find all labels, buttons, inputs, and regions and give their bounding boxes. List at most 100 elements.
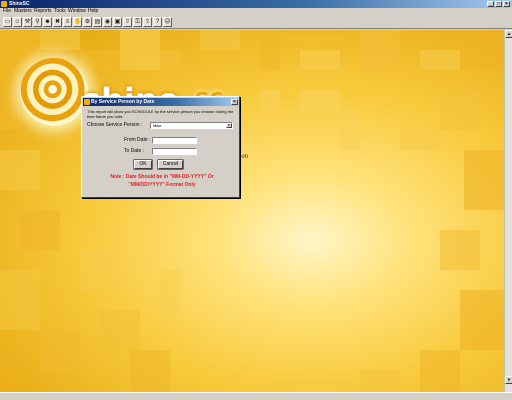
ok-button[interactable]: OK [134, 160, 152, 169]
person-toolbar-button[interactable]: ☺ [13, 17, 22, 27]
handshake-toolbar-button[interactable]: ✋ [73, 17, 82, 27]
minimize-button[interactable]: _ [487, 1, 494, 7]
menu-reports[interactable]: Reports [34, 8, 52, 15]
brand-suffix-text: ion [240, 154, 249, 160]
background-tile [0, 150, 40, 190]
background-tile [120, 30, 160, 70]
menu-tools[interactable]: Tools [54, 8, 66, 15]
background-tile [160, 270, 180, 310]
pin-icon: ⚲ [35, 19, 40, 25]
background-tile [100, 310, 140, 350]
menu-bar: File Masters Reports Tools Window Help [0, 8, 512, 15]
dialog-titlebar: By Service Person by Date × [83, 98, 238, 106]
pin-toolbar-button[interactable]: ⚲ [33, 17, 42, 27]
menu-window[interactable]: Window [68, 8, 86, 15]
settings-toolbar-button[interactable]: ⚙ [83, 17, 92, 27]
group-icon: ☻ [44, 19, 51, 25]
delete-toolbar-button[interactable]: ✖ [53, 17, 62, 27]
person-icon: ☺ [14, 19, 21, 25]
export-icon: ⇪ [144, 19, 151, 25]
dialog-app-icon [84, 99, 90, 105]
open-icon: ▭ [4, 19, 11, 25]
help-icon: ? [155, 19, 160, 25]
tools-icon: ⚒ [24, 19, 31, 25]
cancel-button[interactable]: Cancel [158, 160, 183, 169]
date-format-note-line1: Note : Date Should be in "MM-DD-YYYY" Or [110, 174, 214, 180]
chevron-down-icon[interactable]: ▼ [226, 123, 232, 128]
globe-icon: ◉ [104, 19, 111, 25]
service-person-value: Mike [153, 123, 162, 128]
globe-toolbar-button[interactable]: ◉ [103, 17, 112, 27]
app-titlebar: ShineSC _ □ × [0, 0, 512, 8]
background-tile [260, 90, 280, 110]
lock-icon: ▣ [114, 19, 121, 25]
list-icon: ≡ [65, 19, 70, 25]
menu-help[interactable]: Help [88, 8, 98, 15]
background-tile [40, 330, 80, 370]
service-person-dialog: By Service Person by Date × This report … [81, 96, 240, 198]
background-tile [80, 50, 120, 70]
from-date-input[interactable] [152, 137, 197, 144]
to-date-input[interactable] [152, 148, 197, 155]
user-icon: ☹ [164, 19, 171, 25]
close-button[interactable]: × [503, 1, 510, 7]
background-tile [40, 30, 80, 50]
background-tile [260, 30, 280, 70]
background-tile [200, 30, 240, 50]
background-tile [130, 350, 170, 392]
date-format-note-line2: "MM/DD/YYYY" Format Only [128, 182, 196, 188]
list-toolbar-button[interactable]: ≡ [63, 17, 72, 27]
background-tile [420, 50, 460, 70]
background-tile [360, 370, 400, 392]
menu-masters[interactable]: Masters [14, 8, 32, 15]
scroll-down-button[interactable]: ▼ [505, 376, 512, 384]
background-tile [440, 230, 480, 270]
upload-toolbar-button[interactable]: ⇧ [123, 17, 132, 27]
app-title: ShineSC [9, 1, 30, 7]
upload-icon: ⇧ [124, 19, 131, 25]
vertical-scrollbar[interactable]: ▲ ▼ [504, 30, 512, 392]
app-icon [1, 1, 7, 7]
status-bar [0, 392, 512, 400]
delete-icon: ✖ [54, 19, 61, 25]
menu-file[interactable]: File [3, 8, 11, 15]
maximize-button[interactable]: □ [495, 1, 502, 7]
scroll-up-button[interactable]: ▲ [505, 30, 512, 38]
background-tile [160, 50, 180, 70]
background-tile [80, 250, 120, 290]
background-tile [300, 90, 340, 110]
background-tile [340, 110, 360, 150]
service-person-select[interactable]: Mike ▼ [150, 122, 233, 129]
tools-toolbar-button[interactable]: ⚒ [23, 17, 32, 27]
background-tile [460, 290, 504, 350]
handshake-icon: ✋ [74, 19, 82, 25]
background-tile [0, 270, 40, 330]
background-tile [20, 210, 60, 250]
lock-toolbar-button[interactable]: ▣ [113, 17, 122, 27]
user-toolbar-button[interactable]: ☹ [163, 17, 172, 27]
swirl-logo [20, 58, 88, 126]
document-icon: ▤ [94, 19, 101, 25]
key-toolbar-button[interactable]: ⚿ [133, 17, 142, 27]
background-tile [0, 350, 20, 392]
key-icon: ⚿ [135, 19, 140, 25]
export-toolbar-button[interactable]: ⇪ [143, 17, 152, 27]
to-date-label: To Date : [124, 148, 145, 154]
background-tile [400, 130, 440, 150]
group-toolbar-button[interactable]: ☻ [43, 17, 52, 27]
background-tile [360, 30, 400, 70]
help-toolbar-button[interactable]: ? [153, 17, 162, 27]
background-tile [464, 150, 504, 210]
document-toolbar-button[interactable]: ▤ [93, 17, 102, 27]
dialog-close-button[interactable]: × [231, 99, 238, 105]
background-tile [460, 30, 504, 70]
service-person-label: Choose Service Person : [87, 122, 143, 128]
mdi-workspace: shine sc ion [0, 30, 504, 392]
dialog-description: This report will show you SCHEDULE by th… [87, 109, 234, 119]
background-tile [300, 50, 340, 70]
date-format-note: Note : Date Should be in "MM-DD-YYYY" Or… [87, 173, 237, 189]
from-date-label: From Date : [124, 137, 151, 143]
open-toolbar-button[interactable]: ▭ [3, 17, 12, 27]
dialog-title: By Service Person by Date [91, 99, 155, 105]
settings-icon: ⚙ [84, 19, 91, 25]
